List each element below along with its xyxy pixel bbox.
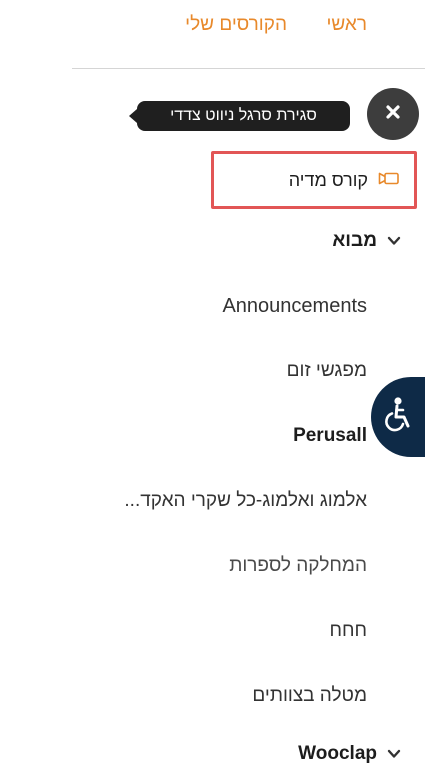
top-navigation: ראשי הקורסים שלי <box>0 14 425 42</box>
close-icon <box>385 104 401 125</box>
section-label: מבוא <box>332 230 377 251</box>
nav-item-zoom-meetings[interactable]: מפגשי זום <box>287 360 367 382</box>
chevron-down-icon <box>387 743 401 765</box>
nav-item-almog[interactable]: אלמוג ואלמוג-כל שקרי האקד... <box>124 490 367 512</box>
course-navigation-drawer: ראשי הקורסים שלי סגירת סרגל ניווט צדדי ק… <box>0 0 425 774</box>
nav-item-perusall[interactable]: Perusall <box>293 425 367 447</box>
nav-item-literature-department[interactable]: המחלקה לספרות <box>229 555 367 577</box>
wheelchair-accessibility-icon <box>381 395 415 440</box>
divider <box>72 68 425 69</box>
video-camera-icon <box>378 170 400 191</box>
nav-link-home[interactable]: ראשי <box>326 14 367 36</box>
section-label: Wooclap <box>298 743 377 764</box>
course-link-media[interactable]: קורס מדיה <box>211 151 417 209</box>
nav-item-announcements[interactable]: Announcements <box>222 295 367 318</box>
nav-item-hhh[interactable]: חחח <box>329 620 367 642</box>
nav-item-team-assignment[interactable]: מטלה בצוותים <box>252 685 367 707</box>
section-toggle-intro[interactable]: מבוא <box>332 230 401 252</box>
close-drawer-tooltip: סגירת סרגל ניווט צדדי <box>129 101 350 131</box>
tooltip-text: סגירת סרגל ניווט צדדי <box>170 107 317 124</box>
close-drawer-button[interactable] <box>367 88 419 140</box>
nav-link-my-courses[interactable]: הקורסים שלי <box>185 14 287 36</box>
course-link-label: קורס מדיה <box>288 169 368 190</box>
accessibility-button[interactable] <box>371 377 425 457</box>
section-toggle-wooclap[interactable]: Wooclap <box>298 743 401 765</box>
chevron-down-icon <box>387 230 401 252</box>
